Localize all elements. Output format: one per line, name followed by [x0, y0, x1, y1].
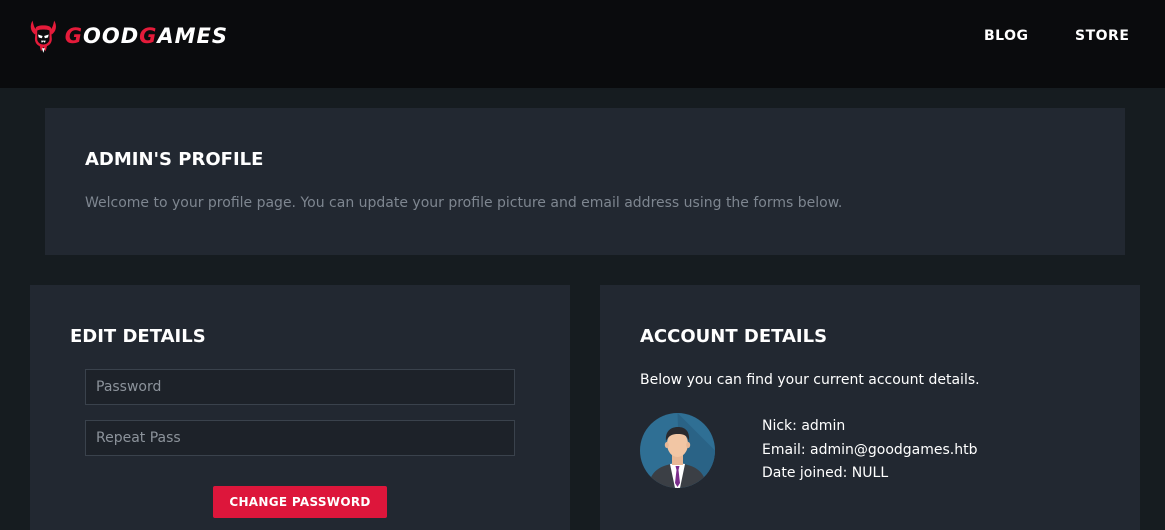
account-details-title: ACCOUNT DETAILS: [640, 326, 828, 347]
nav-link-blog[interactable]: BLOG: [984, 26, 1029, 46]
profile-panel: ADMIN'S PROFILE Welcome to your profile …: [45, 108, 1125, 255]
profile-title: ADMIN'S PROFILE: [85, 149, 264, 170]
account-date-joined: Date joined: NULL: [762, 465, 889, 481]
account-details-intro: Below you can find your current account …: [640, 372, 980, 388]
password-input[interactable]: [85, 369, 515, 405]
account-nick: Nick: admin: [762, 418, 846, 434]
change-password-button[interactable]: CHANGE PASSWORD: [213, 486, 387, 518]
logo-text-g2: G: [139, 24, 158, 48]
logo-text: GOODGAMES: [65, 24, 228, 48]
logo-text-ood: OOD: [82, 24, 140, 48]
nav-link-store[interactable]: STORE: [1075, 26, 1129, 46]
repeat-password-input[interactable]: [85, 420, 515, 456]
account-email: Email: admin@goodgames.htb: [762, 441, 978, 458]
demon-skull-logo-icon: [30, 20, 56, 53]
user-avatar-icon: [640, 413, 715, 488]
logo-text-ames: AMES: [157, 24, 228, 48]
site-logo[interactable]: GOODGAMES: [28, 12, 228, 60]
navbar: GOODGAMES BLOG STORE: [0, 0, 1165, 88]
account-info: Nick: admin Email: admin@goodgames.htb D…: [762, 415, 978, 486]
account-details-panel: ACCOUNT DETAILS Below you can find your …: [600, 285, 1140, 530]
profile-description: Welcome to your profile page. You can up…: [85, 195, 843, 211]
edit-details-panel: EDIT DETAILS CHANGE PASSWORD: [30, 285, 570, 530]
edit-details-title: EDIT DETAILS: [70, 326, 206, 347]
logo-text-g1: G: [64, 24, 83, 48]
